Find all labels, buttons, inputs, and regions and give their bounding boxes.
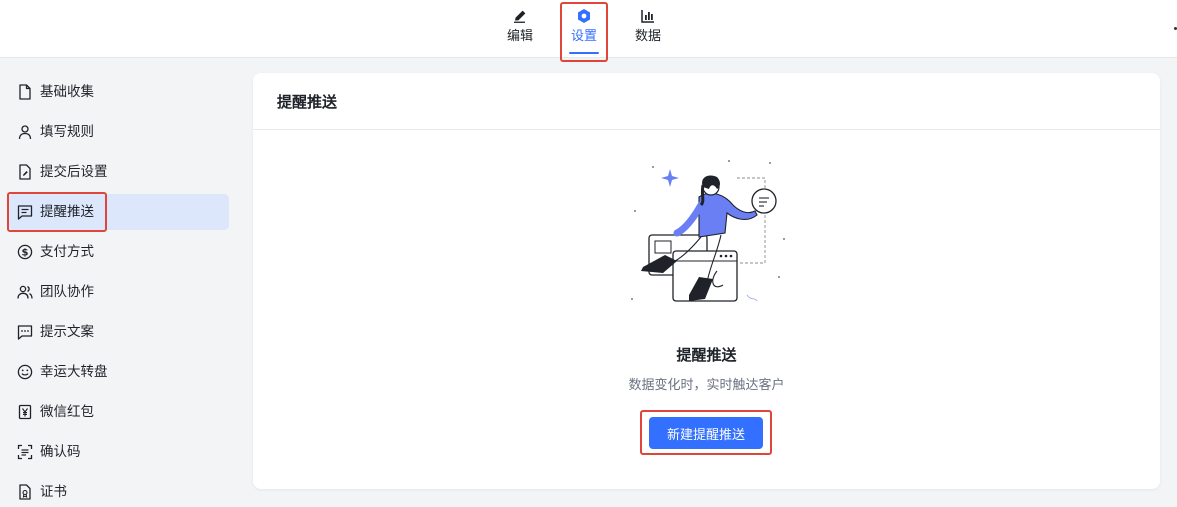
card-header: 提醒推送 [253, 73, 1160, 130]
file-icon [17, 84, 33, 100]
sidebar-item-label: 基础收集 [40, 84, 94, 100]
hexagon-settings-icon [576, 7, 592, 25]
sidebar-item-label: 提示文案 [40, 324, 94, 340]
reminder-push-card: 提醒推送 提醒推送 数据变化时，实时触达客户 新建提醒推送 [253, 73, 1160, 489]
sidebar-item-lucky-wheel[interactable]: 幸运大转盘 [8, 354, 229, 390]
sidebar-item-label: 幸运大转盘 [40, 364, 108, 380]
pencil-icon [512, 7, 528, 25]
sidebar-item-fill-rules[interactable]: 填写规则 [8, 114, 229, 150]
message-square-icon [17, 204, 33, 220]
certificate-icon [17, 484, 33, 500]
sidebar: 基础收集 填写规则 提交后设置 提醒推送 $ 支付方式 团队协作 提示文案 幸运… [0, 58, 236, 507]
scan-text-icon [17, 444, 33, 460]
sidebar-item-label: 支付方式 [40, 244, 94, 260]
sidebar-item-after-submit[interactable]: 提交后设置 [8, 154, 229, 190]
tab-data-label: 数据 [634, 29, 661, 44]
sidebar-item-hint-text[interactable]: 提示文案 [8, 314, 229, 350]
sidebar-item-payment-method[interactable]: $ 支付方式 [8, 234, 229, 270]
empty-state-description: 数据变化时，实时触达客户 [628, 378, 785, 393]
user-icon [17, 124, 33, 140]
tab-data[interactable]: 数据 [632, 0, 664, 58]
sidebar-item-certificate[interactable]: 证书 [8, 474, 229, 507]
sidebar-item-label: 提醒推送 [40, 204, 94, 220]
sidebar-item-wechat-redpacket[interactable]: 微信红包 [8, 394, 229, 430]
tab-settings[interactable]: 设置 [566, 0, 602, 58]
tab-settings-label: 设置 [570, 29, 597, 44]
top-navigation: 编辑 设置 数据 [0, 0, 1177, 62]
dollar-circle-icon: $ [17, 244, 33, 260]
sidebar-item-label: 确认码 [40, 444, 81, 460]
users-icon [17, 284, 33, 300]
active-tab-indicator [569, 52, 599, 54]
empty-state-illustration [629, 159, 789, 309]
card-title: 提醒推送 [277, 92, 338, 111]
sidebar-item-label: 证书 [40, 484, 67, 500]
tab-edit-label: 编辑 [506, 29, 533, 44]
sidebar-item-label: 微信红包 [40, 404, 94, 420]
sidebar-item-label: 提交后设置 [40, 164, 108, 180]
sidebar-item-confirm-code[interactable]: 确认码 [8, 434, 229, 470]
empty-state-title: 提醒推送 [676, 346, 737, 364]
bar-chart-icon [640, 7, 656, 25]
sidebar-item-label: 团队协作 [40, 284, 94, 300]
svg-text:$: $ [22, 248, 29, 259]
message-dots-icon [17, 324, 33, 340]
new-reminder-push-button[interactable]: 新建提醒推送 [649, 417, 763, 449]
yen-icon [17, 404, 33, 420]
smile-icon [17, 364, 33, 380]
tab-edit[interactable]: 编辑 [504, 0, 536, 58]
file-edit-icon [17, 164, 33, 180]
sidebar-item-label: 填写规则 [40, 124, 94, 140]
sidebar-item-basic-collection[interactable]: 基础收集 [8, 74, 229, 110]
sidebar-item-reminder-push[interactable]: 提醒推送 [8, 194, 229, 230]
sidebar-item-team-collab[interactable]: 团队协作 [8, 274, 229, 310]
